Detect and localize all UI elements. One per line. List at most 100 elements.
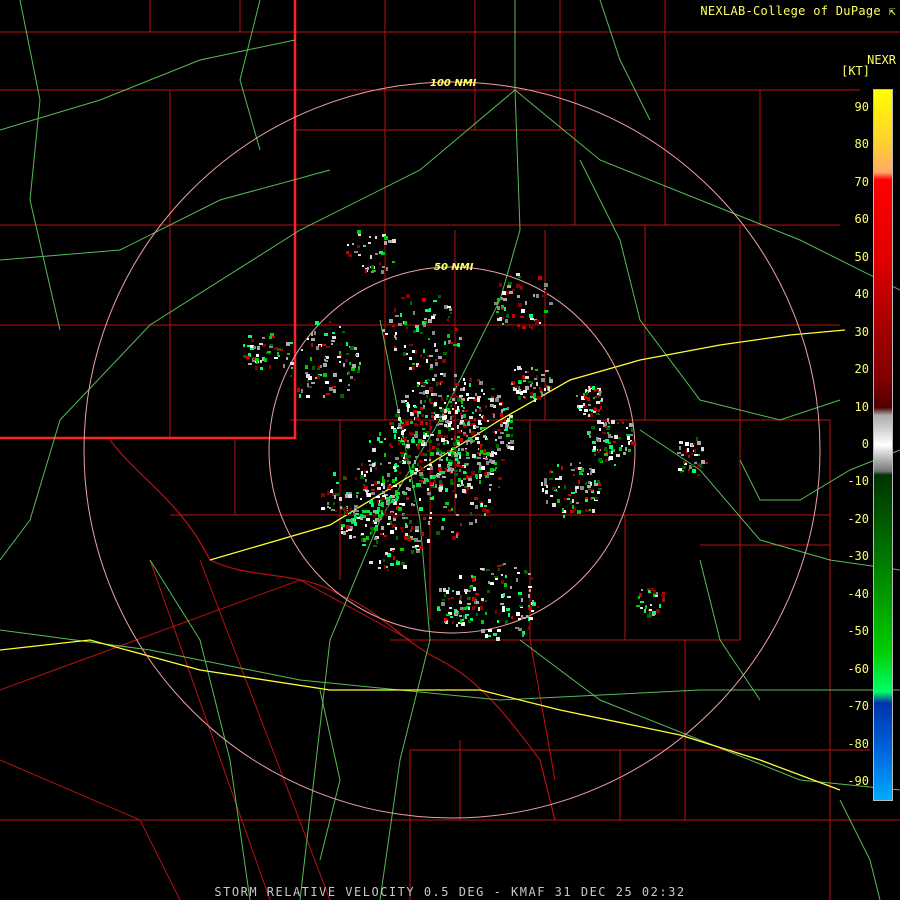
echo-pixel: [469, 416, 473, 419]
echo-pixel: [450, 312, 452, 314]
echo-pixel: [481, 389, 483, 392]
echo-pixel: [402, 517, 405, 519]
echo-pixel: [537, 606, 539, 608]
echo-pixel: [614, 435, 618, 439]
echo-pixel: [246, 356, 250, 359]
echo-pixel: [570, 463, 572, 466]
echo-pixel: [397, 409, 400, 412]
echo-pixel: [348, 494, 352, 498]
echo-pixel: [352, 243, 354, 245]
echo-pixel: [358, 254, 361, 256]
echo-pixel: [290, 342, 293, 344]
echo-pixel: [366, 536, 369, 540]
echo-pixel: [326, 346, 330, 348]
cursor-arrow-icon: ⇱: [888, 4, 896, 18]
echo-pixel: [496, 444, 499, 448]
echo-pixel: [430, 497, 434, 500]
echo-pixel: [330, 490, 333, 493]
echo-pixel: [346, 353, 349, 355]
echo-pixel: [605, 459, 607, 462]
echo-pixel: [253, 346, 256, 349]
echo-pixel: [409, 357, 412, 360]
echo-pixel: [575, 489, 577, 493]
echo-pixel: [535, 369, 538, 371]
echo-pixel: [421, 532, 424, 536]
echo-pixel: [431, 486, 435, 488]
echo-pixel: [616, 454, 620, 457]
echo-pixel: [365, 269, 367, 273]
echo-pixel: [332, 336, 336, 339]
echo-pixel: [393, 548, 395, 550]
echo-pixel: [382, 329, 385, 332]
echo-pixel: [381, 504, 384, 507]
echo-pixel: [501, 409, 503, 413]
echo-pixel: [479, 465, 482, 467]
echo-pixel: [463, 424, 466, 426]
echo-pixel: [487, 590, 490, 593]
echo-pixel: [497, 448, 501, 451]
echo-pixel: [466, 393, 469, 396]
echo-pixel: [395, 477, 397, 481]
echo-pixel: [395, 315, 399, 317]
echo-pixel: [502, 606, 505, 609]
echo-pixel: [511, 616, 513, 619]
echo-pixel: [372, 463, 375, 467]
echo-pixel: [590, 489, 593, 491]
echo-pixel: [418, 439, 422, 443]
echo-pixel: [274, 357, 278, 359]
echo-pixel: [387, 501, 390, 504]
echo-pixel: [376, 540, 378, 544]
echo-pixel: [379, 251, 383, 254]
echo-pixel: [459, 575, 462, 579]
echo-pixel: [544, 388, 546, 391]
echo-pixel: [640, 607, 643, 609]
echo-pixel: [462, 619, 464, 621]
echo-pixel: [592, 441, 596, 444]
echo-pixel: [369, 464, 372, 466]
echo-pixel: [331, 340, 335, 342]
echo-pixel: [380, 533, 383, 535]
echo-pixel: [440, 418, 442, 420]
echo-pixel: [506, 420, 510, 422]
echo-pixel: [384, 241, 387, 245]
echo-pixel: [583, 413, 586, 415]
echo-pixel: [472, 454, 476, 458]
echo-pixel: [286, 357, 288, 360]
echo-pixel: [455, 383, 459, 386]
echo-pixel: [248, 363, 252, 365]
echo-pixel: [437, 382, 440, 385]
echo-pixel: [537, 396, 541, 400]
echo-pixel: [363, 515, 366, 518]
echo-pixel: [447, 395, 449, 397]
echo-pixel: [470, 585, 473, 587]
echo-pixel: [497, 429, 501, 431]
echo-pixel: [572, 505, 574, 509]
echo-pixel: [424, 318, 427, 320]
echo-pixel: [345, 494, 348, 498]
echo-pixel: [500, 413, 503, 417]
echo-pixel: [562, 508, 564, 512]
echo-pixel: [411, 550, 414, 554]
echo-pixel: [461, 448, 464, 451]
echo-pixel: [306, 395, 310, 398]
echo-pixel: [587, 473, 589, 475]
echo-pixel: [485, 405, 487, 408]
echo-pixel: [369, 561, 373, 564]
echo-pixel: [528, 573, 531, 575]
echo-pixel: [403, 352, 406, 356]
echo-pixel: [377, 481, 380, 484]
echo-pixel: [398, 423, 401, 427]
echo-pixel: [382, 476, 384, 479]
echo-pixel: [655, 595, 658, 597]
echo-pixel: [460, 412, 462, 415]
echo-pixel: [464, 589, 468, 592]
echo-pixel: [604, 453, 608, 456]
echo-pixel: [381, 526, 384, 530]
echo-pixel: [476, 613, 478, 616]
echo-pixel: [462, 410, 464, 412]
echo-pixel: [581, 468, 584, 472]
echo-pixel: [409, 344, 413, 346]
echo-pixel: [494, 576, 498, 578]
echo-pixel: [598, 458, 602, 462]
radar-map[interactable]: 100 NMI 50 NMI: [0, 0, 900, 900]
